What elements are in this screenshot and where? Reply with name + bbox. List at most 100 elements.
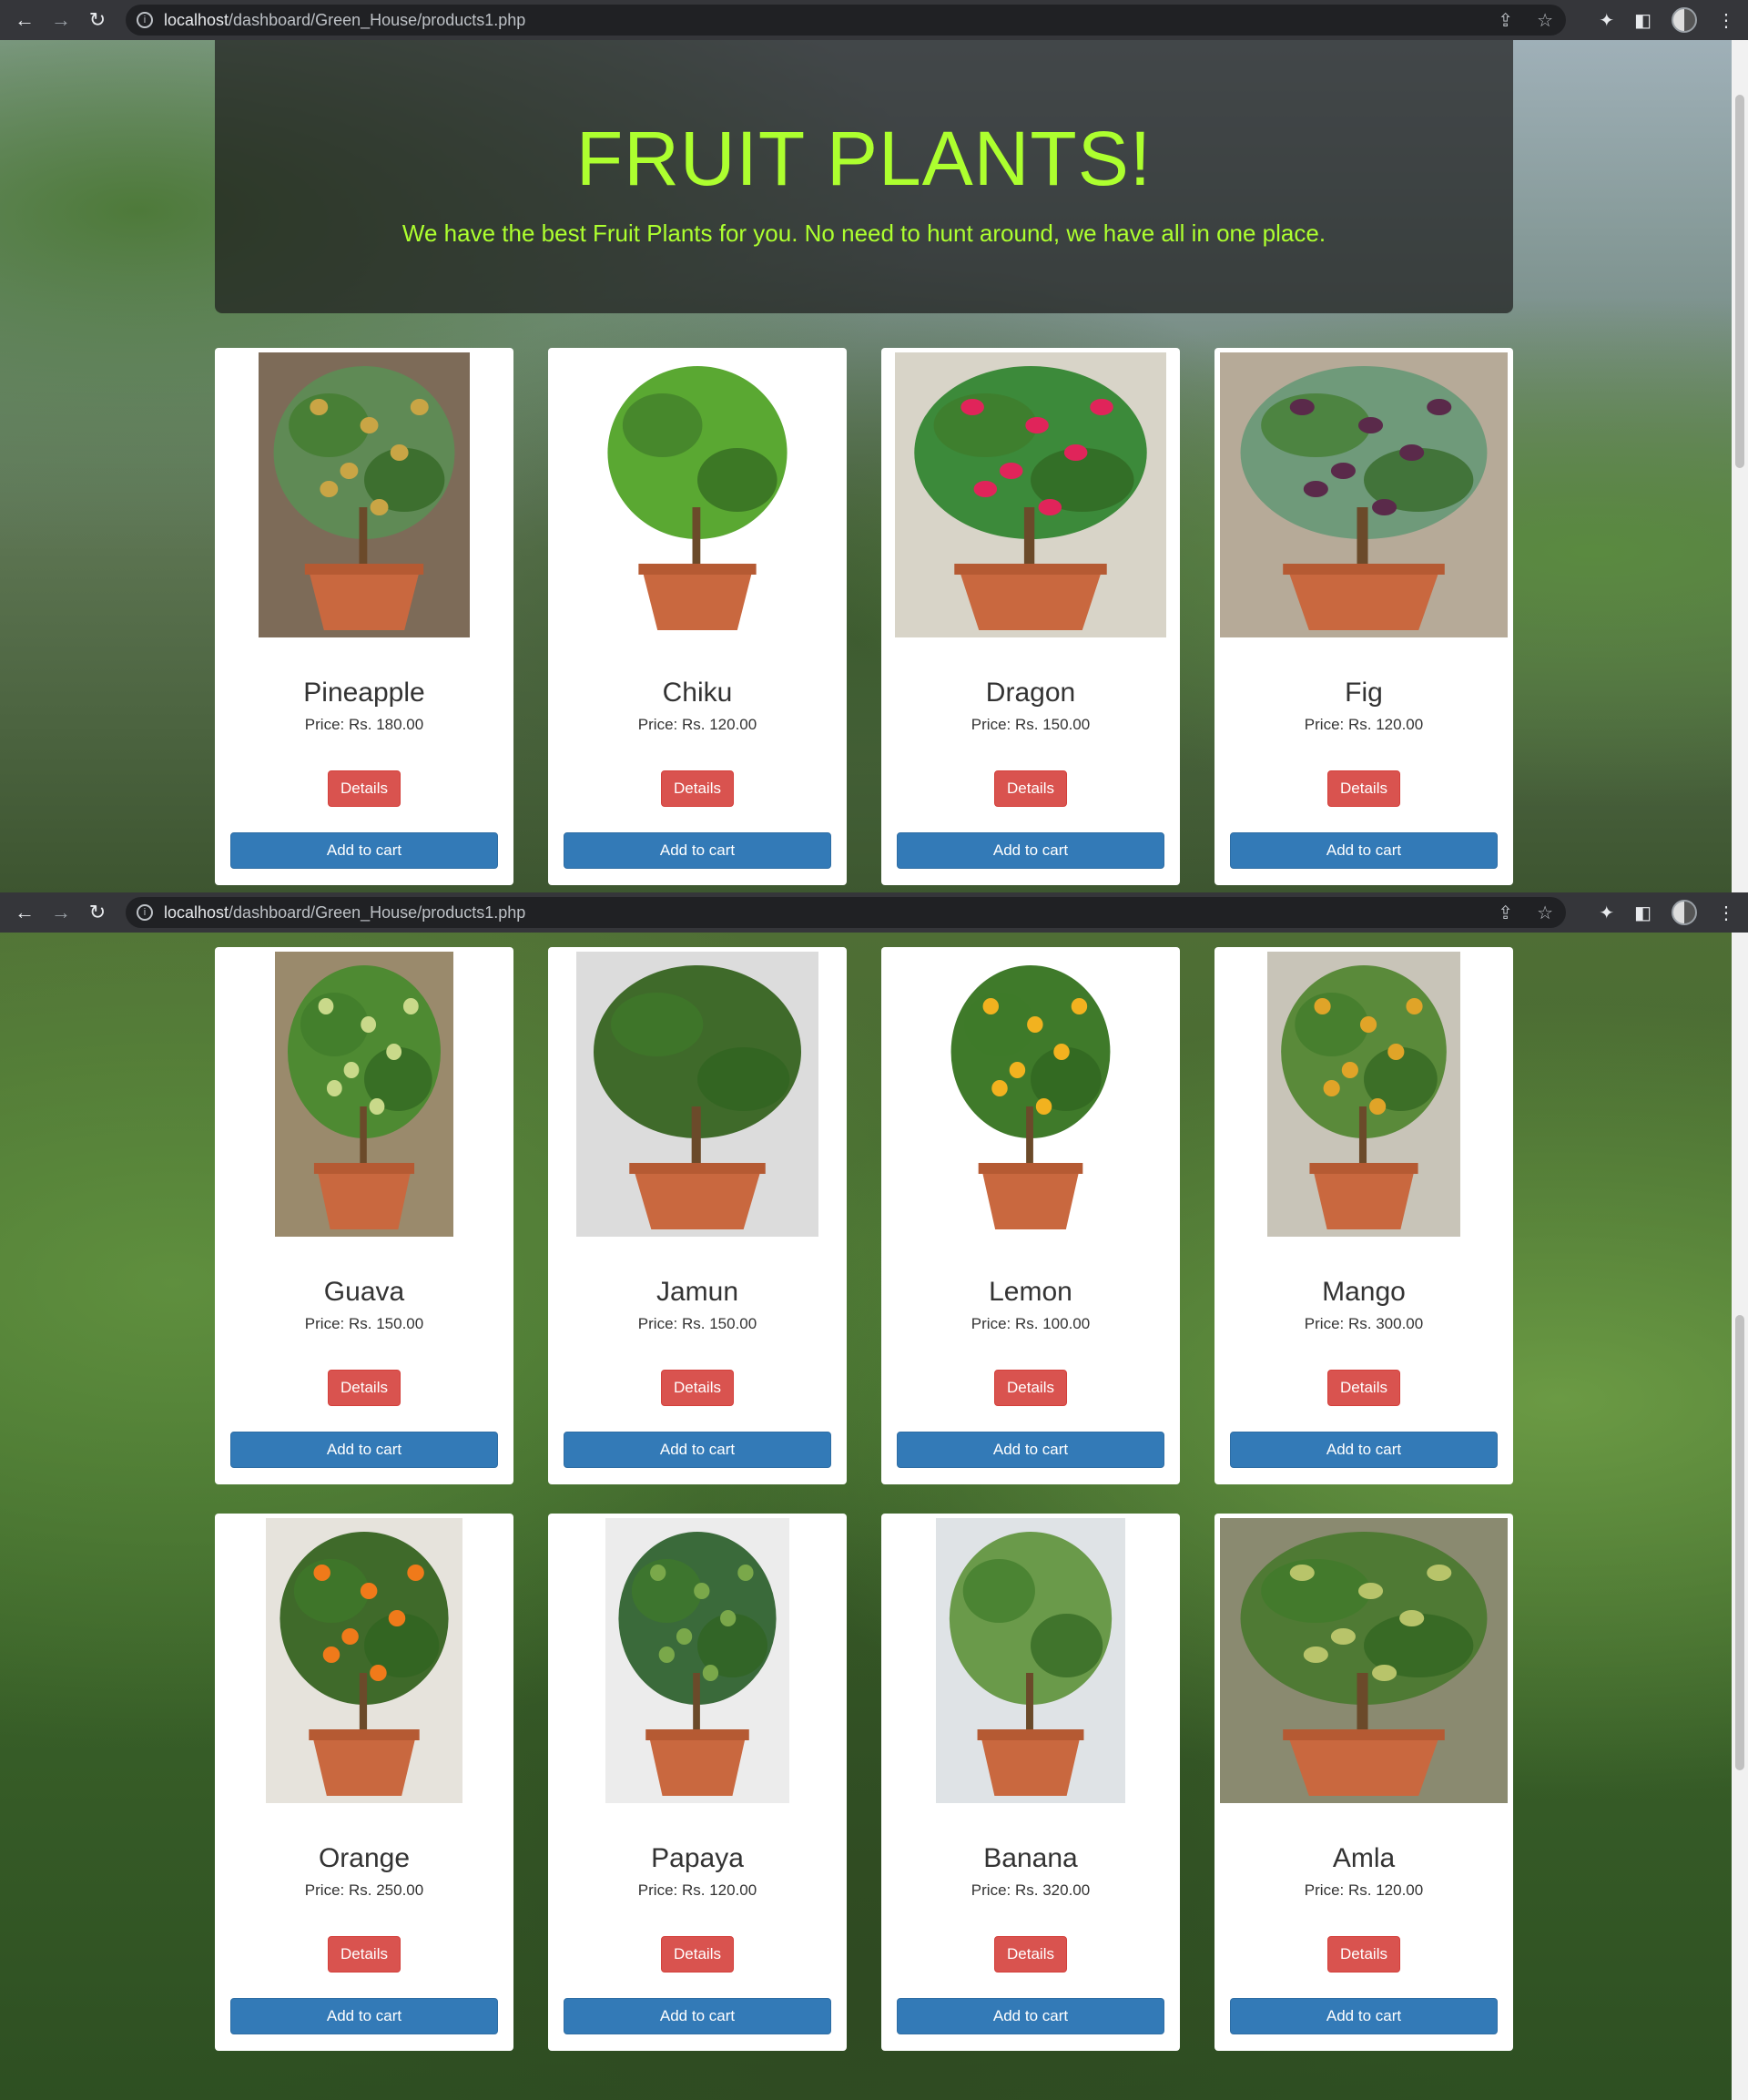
- product-name: Papaya: [651, 1843, 744, 1873]
- product-name: Jamun: [656, 1277, 739, 1307]
- sidepanel-icon[interactable]: ◧: [1634, 9, 1651, 32]
- product-name: Guava: [323, 1277, 405, 1307]
- price-value: 150.00: [709, 1315, 757, 1332]
- product-image: [895, 352, 1166, 637]
- scrollbar-thumb[interactable]: [1735, 95, 1744, 468]
- add-to-cart-button[interactable]: Add to cart: [897, 1432, 1164, 1468]
- price-value: 320.00: [1042, 1881, 1091, 1899]
- product-name: Chiku: [662, 678, 733, 708]
- reload-icon[interactable]: ↻: [84, 901, 111, 924]
- product-price: Price: Rs. 120.00: [548, 1881, 847, 1900]
- details-button[interactable]: Details: [994, 1370, 1067, 1406]
- scrollbar[interactable]: [1732, 40, 1748, 892]
- add-to-cart-button[interactable]: Add to cart: [1230, 1998, 1498, 2034]
- product-image: [936, 1518, 1125, 1803]
- product-card: Jamun Price: Rs. 150.00 Details Add to c…: [548, 947, 847, 1484]
- product-name: Lemon: [989, 1277, 1072, 1307]
- profile-avatar[interactable]: [1672, 900, 1697, 925]
- product-price: Price: Rs. 120.00: [1214, 1881, 1513, 1900]
- forward-icon[interactable]: →: [47, 901, 75, 924]
- product-price: Price: Rs. 300.00: [1214, 1315, 1513, 1333]
- back-icon[interactable]: ←: [11, 8, 38, 32]
- product-price: Price: Rs. 150.00: [881, 716, 1180, 734]
- details-button[interactable]: Details: [994, 1936, 1067, 1973]
- extensions-icon[interactable]: ✦: [1599, 9, 1614, 32]
- url-path: /dashboard/Green_House/products1.php: [229, 902, 526, 922]
- add-to-cart-button[interactable]: Add to cart: [1230, 832, 1498, 869]
- price-label: Price: Rs.: [1304, 1315, 1377, 1332]
- price-value: 120.00: [709, 1881, 757, 1899]
- forward-icon[interactable]: →: [47, 8, 75, 32]
- add-to-cart-button[interactable]: Add to cart: [230, 1998, 498, 2034]
- page-subtitle: We have the best Fruit Plants for you. N…: [401, 219, 1326, 247]
- browser-toolbar: ← → ↻ i localhost/dashboard/Green_House/…: [0, 0, 1748, 40]
- product-card: Chiku Price: Rs. 120.00 Details Add to c…: [548, 348, 847, 885]
- details-button[interactable]: Details: [661, 1936, 734, 1973]
- price-value: 120.00: [709, 716, 757, 733]
- info-icon[interactable]: i: [137, 904, 153, 921]
- back-icon[interactable]: ←: [11, 901, 38, 924]
- price-label: Price: Rs.: [304, 716, 377, 733]
- product-price: Price: Rs. 250.00: [215, 1881, 513, 1900]
- menu-icon[interactable]: ⋮: [1717, 9, 1735, 32]
- reload-icon[interactable]: ↻: [84, 8, 111, 32]
- details-button[interactable]: Details: [328, 770, 401, 807]
- product-card: Amla Price: Rs. 120.00 Details Add to ca…: [1214, 1514, 1513, 2051]
- details-button[interactable]: Details: [1327, 1936, 1400, 1973]
- add-to-cart-button[interactable]: Add to cart: [564, 1998, 831, 2034]
- page-viewport-bottom: Guava Price: Rs. 150.00 Details Add to c…: [0, 933, 1732, 2100]
- product-card: Mango Price: Rs. 300.00 Details Add to c…: [1214, 947, 1513, 1484]
- details-button[interactable]: Details: [328, 1370, 401, 1406]
- product-image: [259, 352, 470, 637]
- product-price: Price: Rs. 150.00: [548, 1315, 847, 1333]
- star-icon[interactable]: ☆: [1537, 902, 1553, 924]
- product-card: Banana Price: Rs. 320.00 Details Add to …: [881, 1514, 1180, 2051]
- details-button[interactable]: Details: [994, 770, 1067, 807]
- price-value: 180.00: [376, 716, 424, 733]
- price-label: Price: Rs.: [1304, 716, 1377, 733]
- address-bar[interactable]: i localhost/dashboard/Green_House/produc…: [126, 5, 1566, 36]
- scrollbar[interactable]: [1732, 933, 1748, 2100]
- product-price: Price: Rs. 100.00: [881, 1315, 1180, 1333]
- product-image: [938, 952, 1123, 1237]
- add-to-cart-button[interactable]: Add to cart: [564, 832, 831, 869]
- product-image: [605, 1518, 789, 1803]
- product-image: [275, 952, 453, 1237]
- product-card: Dragon Price: Rs. 150.00 Details Add to …: [881, 348, 1180, 885]
- page-title: FRUIT PLANTS!: [575, 116, 1153, 201]
- share-icon[interactable]: ⇪: [1498, 9, 1513, 32]
- details-button[interactable]: Details: [1327, 1370, 1400, 1406]
- star-icon[interactable]: ☆: [1537, 9, 1553, 32]
- product-image: [1220, 1518, 1508, 1803]
- product-price: Price: Rs. 120.00: [548, 716, 847, 734]
- add-to-cart-button[interactable]: Add to cart: [230, 832, 498, 869]
- add-to-cart-button[interactable]: Add to cart: [564, 1432, 831, 1468]
- price-label: Price: Rs.: [971, 1881, 1043, 1899]
- share-icon[interactable]: ⇪: [1498, 902, 1513, 924]
- menu-icon[interactable]: ⋮: [1717, 902, 1735, 924]
- price-value: 150.00: [1042, 716, 1091, 733]
- details-button[interactable]: Details: [661, 770, 734, 807]
- sidepanel-icon[interactable]: ◧: [1634, 902, 1651, 924]
- url-path: /dashboard/Green_House/products1.php: [229, 10, 526, 29]
- add-to-cart-button[interactable]: Add to cart: [1230, 1432, 1498, 1468]
- product-name: Pineapple: [303, 678, 425, 708]
- details-button[interactable]: Details: [661, 1370, 734, 1406]
- add-to-cart-button[interactable]: Add to cart: [897, 832, 1164, 869]
- add-to-cart-button[interactable]: Add to cart: [230, 1432, 498, 1468]
- info-icon[interactable]: i: [137, 12, 153, 28]
- price-value: 150.00: [376, 1315, 424, 1332]
- price-value: 100.00: [1042, 1315, 1091, 1332]
- details-button[interactable]: Details: [1327, 770, 1400, 807]
- profile-avatar[interactable]: [1672, 7, 1697, 33]
- product-card: Papaya Price: Rs. 120.00 Details Add to …: [548, 1514, 847, 2051]
- price-value: 120.00: [1376, 716, 1424, 733]
- product-image: [1267, 952, 1460, 1237]
- extensions-icon[interactable]: ✦: [1599, 902, 1614, 924]
- add-to-cart-button[interactable]: Add to cart: [897, 1998, 1164, 2034]
- address-bar[interactable]: i localhost/dashboard/Green_House/produc…: [126, 897, 1566, 928]
- price-value: 300.00: [1376, 1315, 1424, 1332]
- scrollbar-thumb[interactable]: [1735, 1315, 1744, 1770]
- details-button[interactable]: Details: [328, 1936, 401, 1973]
- product-image: [576, 952, 818, 1237]
